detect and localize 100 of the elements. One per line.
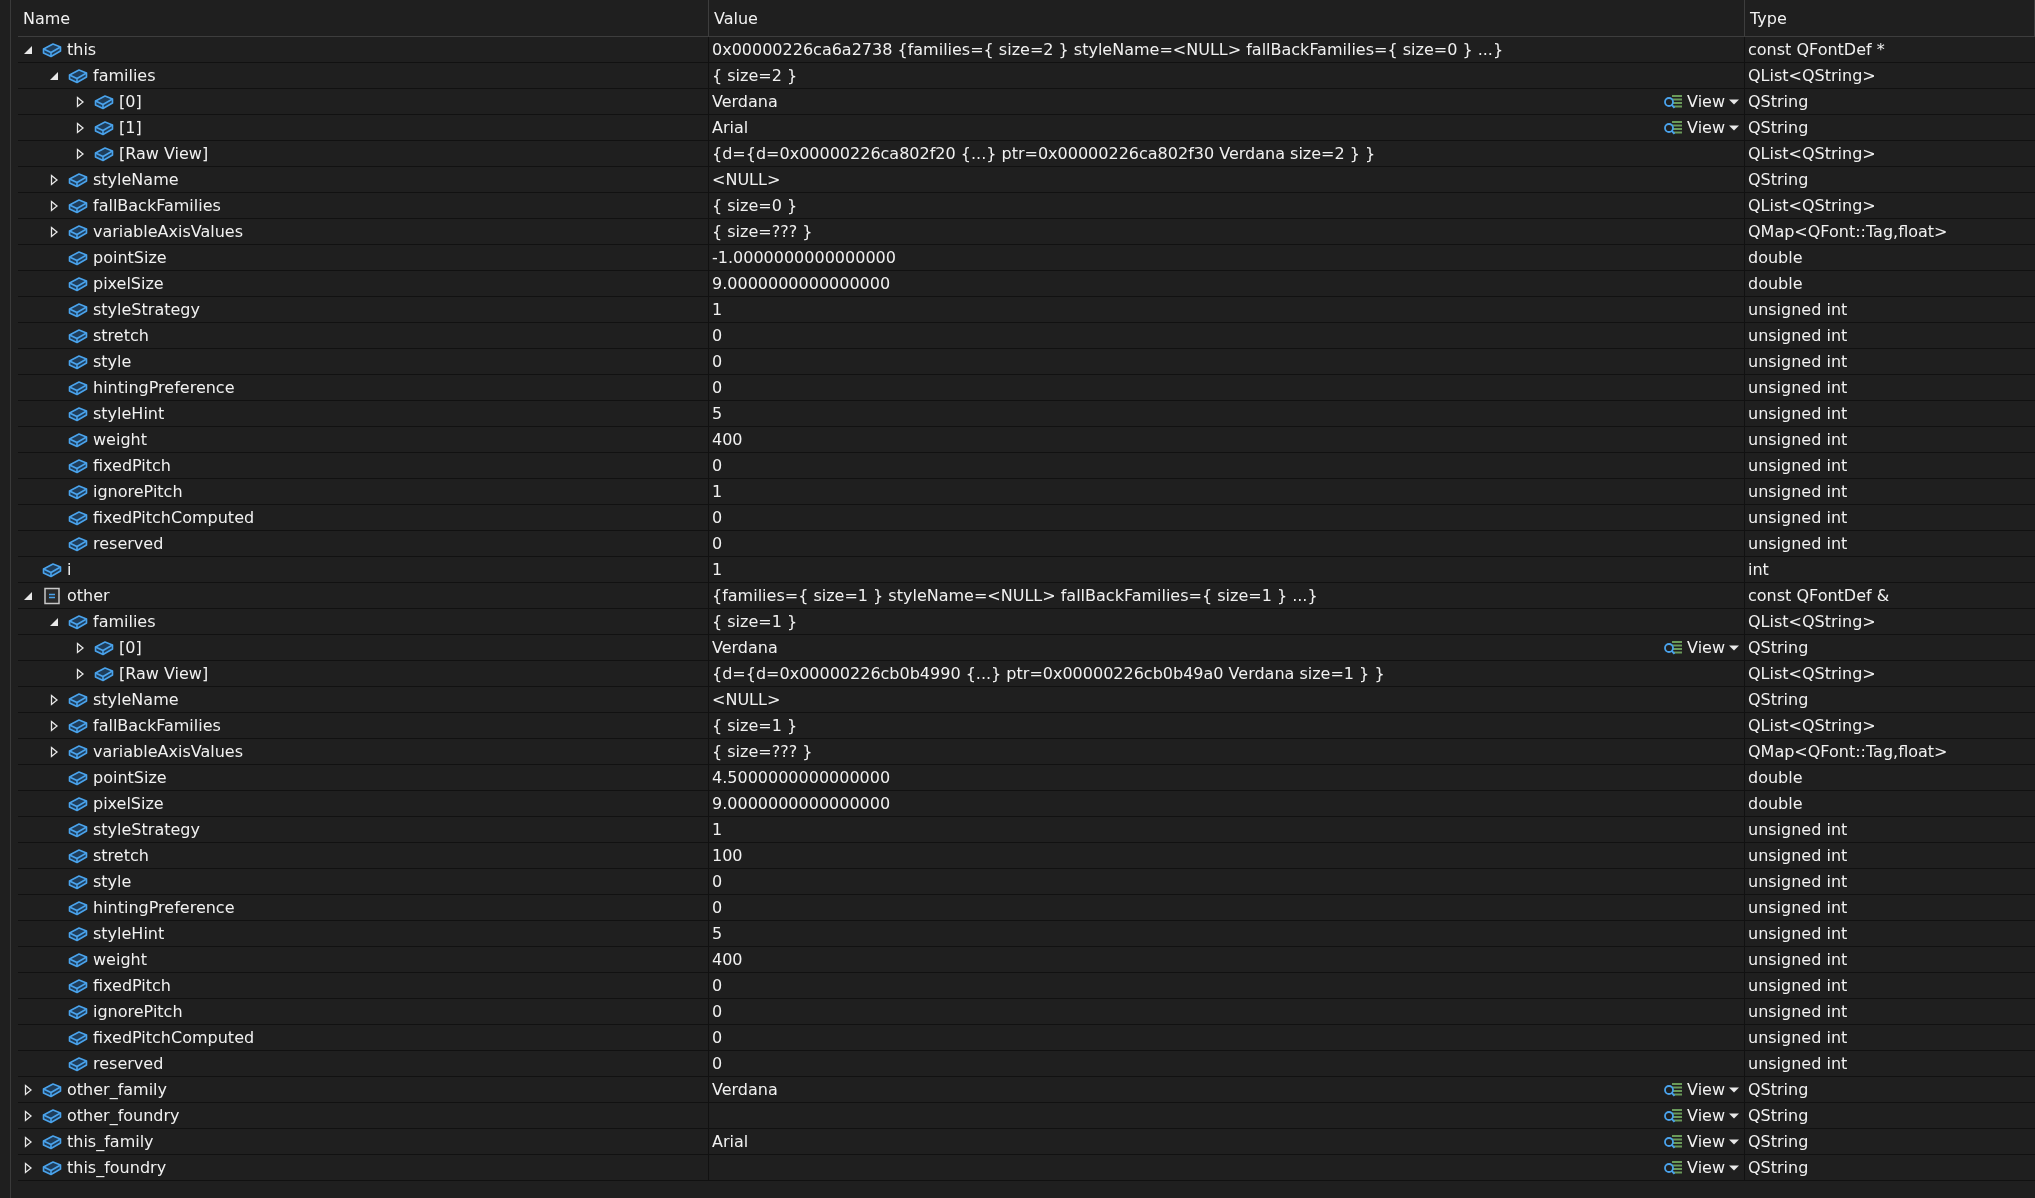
variable-value: {d={d=0x00000226ca802f20 {...} ptr=0x00000226ca802f30 Verdana size=2 } } <box>712 144 1376 163</box>
variable-type: unsigned int <box>1748 898 1848 917</box>
variable-type: QString <box>1748 92 1809 111</box>
variable-type: unsigned int <box>1748 482 1848 501</box>
variable-name: pointSize <box>93 768 167 787</box>
view-button[interactable]: View <box>1663 1130 1744 1153</box>
expand-arrow-icon[interactable] <box>22 1109 34 1122</box>
variable-name: hintingPreference <box>93 898 235 917</box>
variable-name: [Raw View] <box>119 144 209 163</box>
caret-icon <box>1728 1111 1740 1120</box>
variable-value: 0 <box>712 1002 723 1021</box>
variable-name: weight <box>93 430 147 449</box>
expand-arrow-icon[interactable] <box>48 719 60 732</box>
field-cube-icon <box>68 976 88 995</box>
variable-value: 100 <box>712 846 743 865</box>
expand-arrow-icon[interactable] <box>22 1135 34 1148</box>
field-cube-icon <box>68 872 88 891</box>
caret-icon <box>1728 97 1740 106</box>
view-button[interactable]: View <box>1663 90 1744 113</box>
variable-name: stretch <box>93 326 149 345</box>
field-cube-icon <box>68 66 88 85</box>
variable-value: 4.5000000000000000 <box>712 768 891 787</box>
field-cube-icon <box>68 404 88 423</box>
field-cube-icon <box>68 820 88 839</box>
expand-arrow-icon[interactable] <box>48 745 60 758</box>
field-cube-icon <box>94 118 114 137</box>
variable-type: QList<QString> <box>1748 196 1876 215</box>
expand-arrow-icon[interactable] <box>74 667 86 680</box>
variable-name: styleStrategy <box>93 820 200 839</box>
view-button[interactable]: View <box>1663 1104 1744 1127</box>
variable-value: 400 <box>712 950 743 969</box>
variable-value: 5 <box>712 924 723 943</box>
field-cube-icon <box>68 170 88 189</box>
expand-arrow-icon[interactable] <box>22 1161 34 1174</box>
variable-name: this_family <box>67 1132 154 1151</box>
variable-value: { size=??? } <box>712 742 813 761</box>
field-cube-icon <box>94 144 114 163</box>
variable-name: families <box>93 66 156 85</box>
variable-name: variableAxisValues <box>93 742 243 761</box>
variable-type: QMap<QFont::Tag,float> <box>1748 742 1948 761</box>
variable-type: unsigned int <box>1748 872 1848 891</box>
expand-arrow-icon[interactable] <box>74 641 86 654</box>
view-button[interactable]: View <box>1663 1078 1744 1101</box>
variable-type: unsigned int <box>1748 430 1848 449</box>
variable-value: Arial <box>712 118 749 137</box>
variable-name: stretch <box>93 846 149 865</box>
expand-arrow-icon[interactable] <box>74 121 86 134</box>
view-button[interactable]: View <box>1663 1156 1744 1179</box>
variable-name: i <box>67 560 72 579</box>
column-header[interactable]: Name <box>18 0 709 37</box>
field-cube-icon <box>42 1080 62 1099</box>
variable-name: other <box>67 586 110 605</box>
variable-type: QList<QString> <box>1748 144 1876 163</box>
variable-type: double <box>1748 274 1803 293</box>
expand-arrow-icon[interactable] <box>74 95 86 108</box>
variable-value: 400 <box>712 430 743 449</box>
variable-type: unsigned int <box>1748 1054 1848 1073</box>
variable-type: unsigned int <box>1748 1028 1848 1047</box>
field-cube-icon <box>94 638 114 657</box>
column-header[interactable]: Type <box>1745 0 2035 37</box>
expand-arrow-icon[interactable] <box>48 199 60 212</box>
variable-value: 1 <box>712 820 723 839</box>
variable-name: fallBackFamilies <box>93 196 221 215</box>
expand-arrow-icon[interactable] <box>48 693 60 706</box>
variable-name: other_foundry <box>67 1106 180 1125</box>
field-cube-icon <box>68 196 88 215</box>
variable-value: Verdana <box>712 638 778 657</box>
variable-name: styleName <box>93 170 179 189</box>
variable-value: 0 <box>712 378 723 397</box>
variable-type: unsigned int <box>1748 508 1848 527</box>
field-cube-icon <box>68 898 88 917</box>
variable-name: [1] <box>119 118 142 137</box>
field-cube-icon <box>94 92 114 111</box>
variable-value: 9.0000000000000000 <box>712 794 891 813</box>
expand-arrow-icon[interactable] <box>48 173 60 186</box>
column-header[interactable]: Value <box>709 0 1745 37</box>
variable-type: unsigned int <box>1748 352 1848 371</box>
expand-arrow-icon[interactable] <box>74 147 86 160</box>
view-button[interactable]: View <box>1663 116 1744 139</box>
field-cube-icon <box>68 1054 88 1073</box>
variable-type: unsigned int <box>1748 300 1848 319</box>
variable-name: fixedPitchComputed <box>93 508 255 527</box>
variable-name: pointSize <box>93 248 167 267</box>
variable-type: unsigned int <box>1748 924 1848 943</box>
variable-name: style <box>93 352 132 371</box>
variable-value: 1 <box>712 560 723 579</box>
variable-value: { size=1 } <box>712 716 798 735</box>
variable-name: families <box>93 612 156 631</box>
field-cube-icon <box>68 248 88 267</box>
expand-arrow-icon[interactable] <box>22 1083 34 1096</box>
variable-name: reserved <box>93 534 164 553</box>
field-cube-icon <box>94 664 114 683</box>
field-cube-icon <box>68 846 88 865</box>
field-cube-icon <box>68 950 88 969</box>
variable-name: hintingPreference <box>93 378 235 397</box>
expand-arrow-icon[interactable] <box>48 225 60 238</box>
view-button[interactable]: View <box>1663 636 1744 659</box>
variable-type: QString <box>1748 1158 1809 1177</box>
field-cube-icon <box>68 456 88 475</box>
variable-value: {d={d=0x00000226cb0b4990 {...} ptr=0x00000226cb0b49a0 Verdana size=1 } } <box>712 664 1385 683</box>
